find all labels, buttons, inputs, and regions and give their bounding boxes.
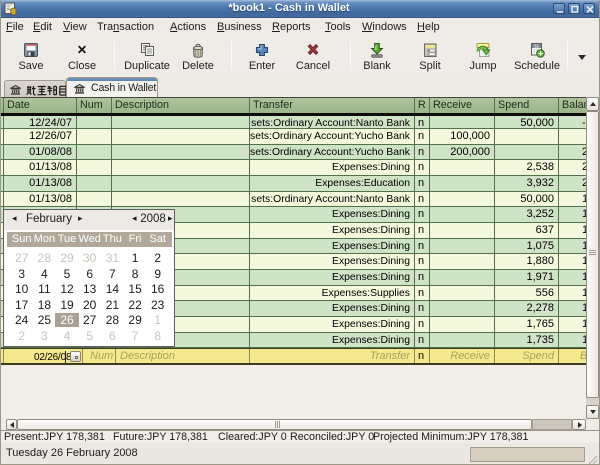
- svg-text:31: 31: [534, 44, 540, 49]
